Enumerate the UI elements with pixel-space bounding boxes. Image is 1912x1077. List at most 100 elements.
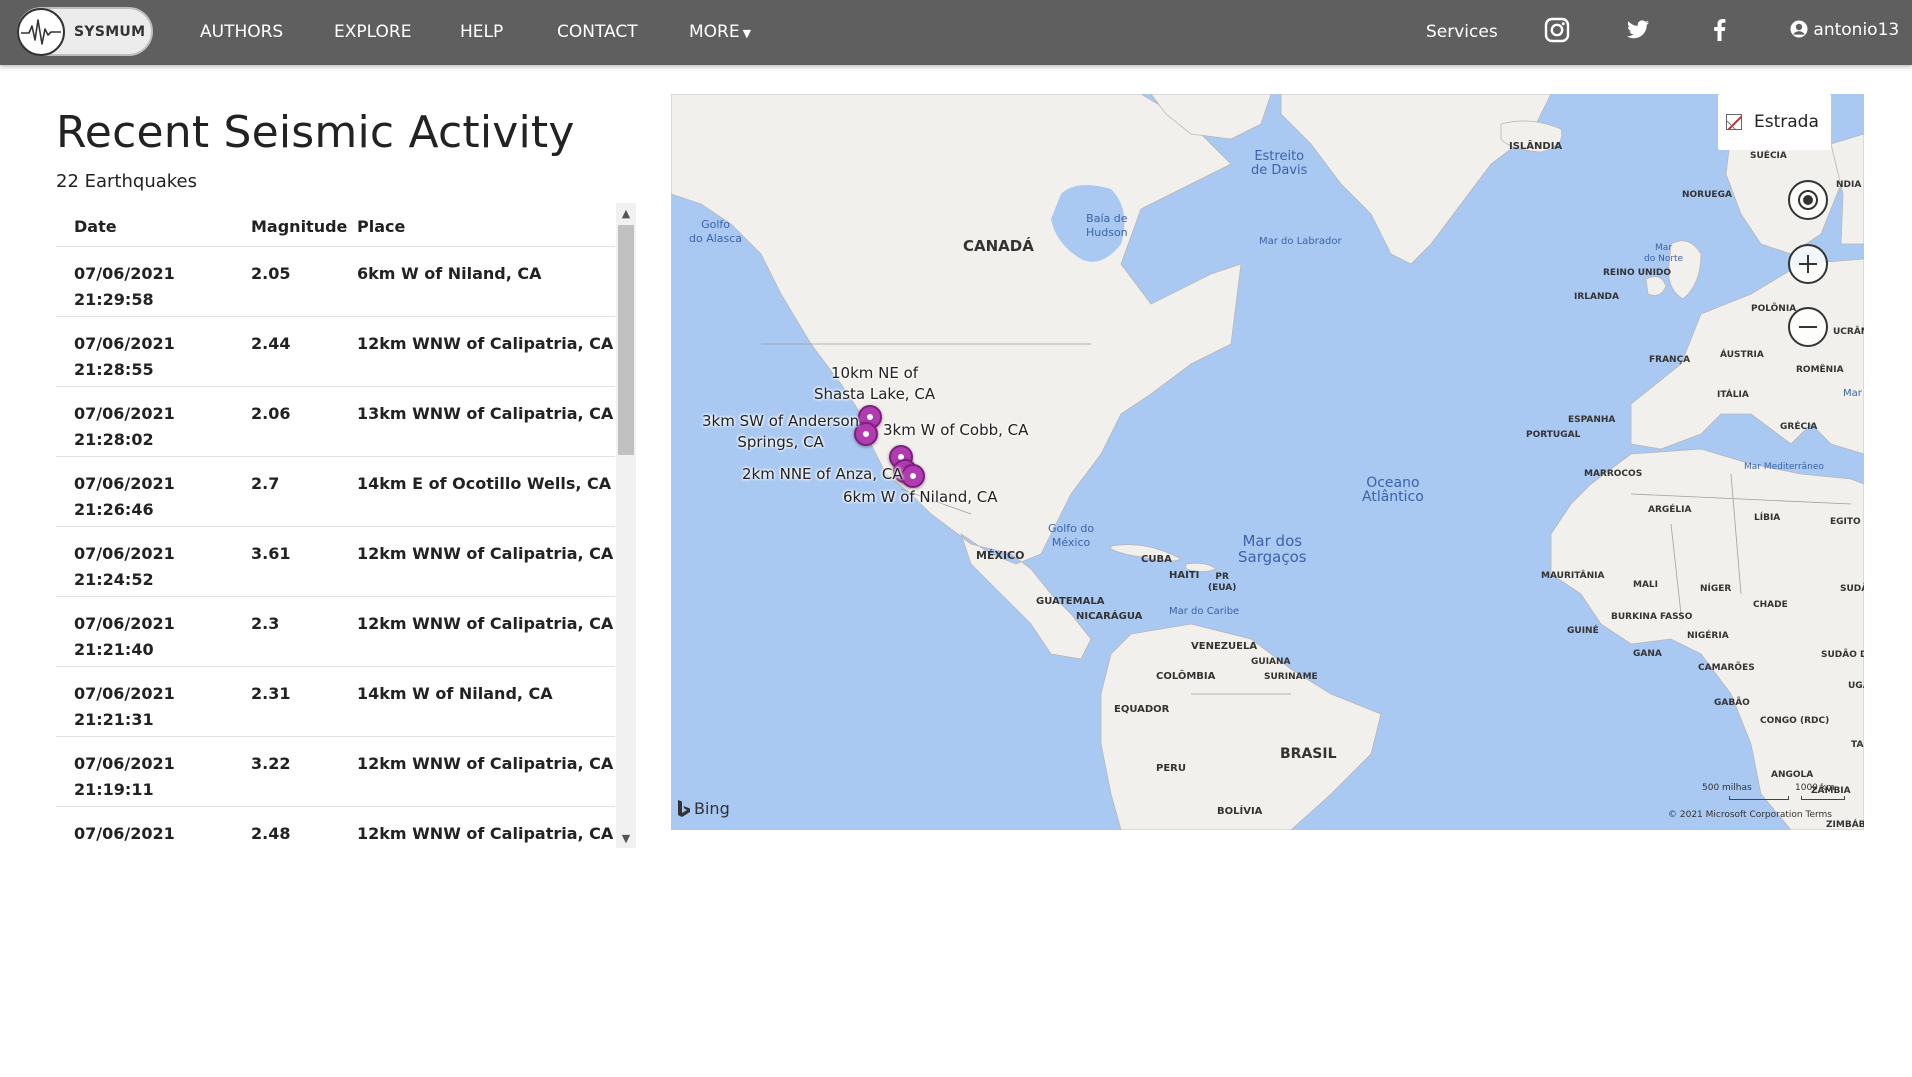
cell-magnitude: 2.7 — [251, 474, 280, 493]
map-basemap — [671, 94, 1864, 830]
map-label-water: Oceano Atlântico — [1362, 475, 1424, 505]
cell-place: 6km W of Niland, CA — [357, 264, 542, 283]
nav-dropdown-more[interactable]: MORE ▼ — [689, 22, 751, 42]
map-label-country: VENEZUELA — [1191, 641, 1258, 652]
earthquake-map[interactable]: CANADÁ MÉXICO CUBA HAITI PR (EUA) GUATEM… — [671, 94, 1864, 830]
cell-magnitude: 2.44 — [251, 334, 291, 353]
date-text: 07/06/2021 — [74, 754, 175, 773]
map-copyright[interactable]: © 2021 Microsoft Corporation Terms — [1668, 810, 1832, 820]
table-row[interactable]: 07/06/2021 21:24:52 3.61 12km WNW of Cali… — [56, 527, 615, 597]
page-title: Recent Seismic Activity — [56, 107, 575, 158]
map-label-country: ISLÂNDIA — [1509, 141, 1563, 152]
map-label-country: ROMÊNIA — [1796, 365, 1844, 375]
brand-logo-button[interactable]: SYSMUM — [17, 7, 153, 56]
scale-bar — [1729, 796, 1789, 800]
map-label-water: Mar do Caribe — [1169, 606, 1240, 617]
twitter-icon[interactable] — [1625, 17, 1651, 43]
user-menu[interactable]: antonio13 — [1790, 20, 1899, 40]
map-label-water: Estreito de Davis — [1251, 149, 1308, 178]
nav-link-help[interactable]: HELP — [460, 22, 503, 42]
bing-text: Bing — [694, 799, 730, 818]
map-label-country: GUIANA — [1251, 657, 1291, 667]
time-text: 21:26:46 — [74, 500, 154, 519]
map-label-country: MALI — [1633, 580, 1659, 590]
map-label-country: NICARÁGUA — [1076, 611, 1143, 622]
table-row[interactable]: 07/06/2021 21:21:40 2.3 12km WNW of Calip… — [56, 597, 615, 667]
column-header-place[interactable]: Place — [357, 217, 405, 236]
caret-down-icon: ▼ — [742, 27, 752, 40]
date-text: 07/06/2021 — [74, 614, 175, 633]
nav-link-services[interactable]: Services — [1426, 22, 1498, 42]
map-label-water: Mar dos Sargaços — [1238, 532, 1307, 566]
table-row[interactable]: 07/06/2021 21:19:11 3.22 12km WNW of Cali… — [56, 737, 615, 807]
map-style-button[interactable]: Estrada — [1718, 94, 1831, 150]
table-row[interactable]: 07/06/2021 21:28:55 2.44 12km WNW of Cali… — [56, 317, 615, 387]
cell-date: 07/06/2021 — [74, 821, 224, 847]
map-label-country: NDIA — [1836, 180, 1862, 190]
column-header-date[interactable]: Date — [74, 217, 117, 236]
map-label-country: PERU — [1156, 763, 1186, 774]
map-label-country: ESPANHA — [1568, 415, 1616, 425]
table-scrollbar[interactable]: ▲ ▼ — [616, 203, 636, 848]
cell-place: 12km WNW of Calipatria, CA — [357, 544, 614, 563]
table-row[interactable]: 07/06/2021 21:28:02 2.06 13km WNW of Cali… — [56, 387, 615, 457]
pin-label: 3km W of Cobb, CA — [883, 421, 1029, 439]
date-text: 07/06/2021 — [74, 824, 175, 843]
map-label-water: Mar — [1843, 388, 1862, 399]
map-label-country: GUINÉ — [1567, 626, 1599, 636]
table-row[interactable]: 07/06/2021 21:21:31 2.31 14km W of Niland… — [56, 667, 615, 737]
map-label-country: SUDÃ — [1840, 584, 1864, 594]
map-label-water: Golfo do México — [1048, 522, 1095, 549]
nav-link-authors[interactable]: AUTHORS — [200, 22, 283, 42]
map-label-country: ARGÉLIA — [1648, 505, 1692, 515]
map-label-country: CUBA — [1141, 554, 1172, 565]
bing-logo[interactable]: Bing — [677, 799, 730, 818]
cell-date: 07/06/2021 21:19:11 — [74, 751, 224, 803]
zoom-out-icon[interactable] — [1788, 307, 1828, 347]
earthquake-count: 22 Earthquakes — [56, 171, 197, 192]
scroll-up-arrow-icon[interactable]: ▲ — [616, 203, 636, 223]
table-row[interactable]: 07/06/2021 21:29:58 2.05 6km W of Niland,… — [56, 247, 615, 317]
table-header: Date Magnitude Place — [56, 203, 615, 247]
table-row[interactable]: 07/06/2021 21:26:46 2.7 14km E of Ocotill… — [56, 457, 615, 527]
instagram-icon[interactable] — [1544, 17, 1570, 43]
road-map-icon — [1726, 114, 1742, 130]
map-label-country: CONGO (RDC) — [1760, 716, 1830, 726]
earthquake-table: Date Magnitude Place 07/06/2021 21:29:58 … — [56, 203, 615, 848]
cell-place: 12km WNW of Calipatria, CA — [357, 334, 614, 353]
locate-me-icon[interactable] — [1788, 180, 1828, 220]
nav-link-contact[interactable]: CONTACT — [557, 22, 638, 42]
nav-link-explore[interactable]: EXPLORE — [334, 22, 411, 42]
table-row[interactable]: 07/06/2021 2.48 12km WNW of Calipatria, … — [56, 807, 615, 848]
cell-magnitude: 2.48 — [251, 824, 291, 843]
scroll-thumb[interactable] — [618, 225, 634, 455]
zoom-in-icon[interactable] — [1788, 244, 1828, 284]
pin-label: 6km W of Niland, CA — [843, 488, 998, 506]
map-label-country: MARROCOS — [1584, 469, 1643, 479]
cell-magnitude: 2.3 — [251, 614, 280, 633]
scale-miles: 500 milhas — [1702, 783, 1752, 793]
time-text: 21:24:52 — [74, 570, 154, 589]
pin-label: 10km NE of Shasta Lake, CA — [814, 364, 936, 403]
scale-km: 1000 km — [1795, 783, 1835, 793]
facebook-icon[interactable] — [1707, 17, 1733, 43]
bing-icon — [678, 799, 690, 817]
cell-date: 07/06/2021 21:28:02 — [74, 401, 224, 453]
nav-more-label: MORE — [689, 22, 740, 42]
time-text: 21:21:31 — [74, 710, 154, 729]
seismograph-icon — [17, 7, 65, 56]
map-label-country: GANA — [1633, 649, 1662, 659]
map-label-country: FRANÇA — [1649, 355, 1691, 365]
column-header-magnitude[interactable]: Magnitude — [251, 217, 347, 236]
earthquake-pin[interactable] — [901, 464, 925, 488]
map-label-country: LÍBIA — [1754, 513, 1781, 523]
map-style-label: Estrada — [1754, 112, 1819, 132]
scroll-down-arrow-icon[interactable]: ▼ — [616, 828, 636, 848]
cell-place: 12km WNW of Calipatria, CA — [357, 614, 614, 633]
cell-place: 12km WNW of Calipatria, CA — [357, 824, 614, 843]
map-label-country: EQUADOR — [1114, 704, 1170, 715]
cell-date: 07/06/2021 21:24:52 — [74, 541, 224, 593]
map-label-country: ZIMBÁBU — [1826, 820, 1864, 830]
date-text: 07/06/2021 — [74, 684, 175, 703]
time-text: 21:21:40 — [74, 640, 154, 659]
